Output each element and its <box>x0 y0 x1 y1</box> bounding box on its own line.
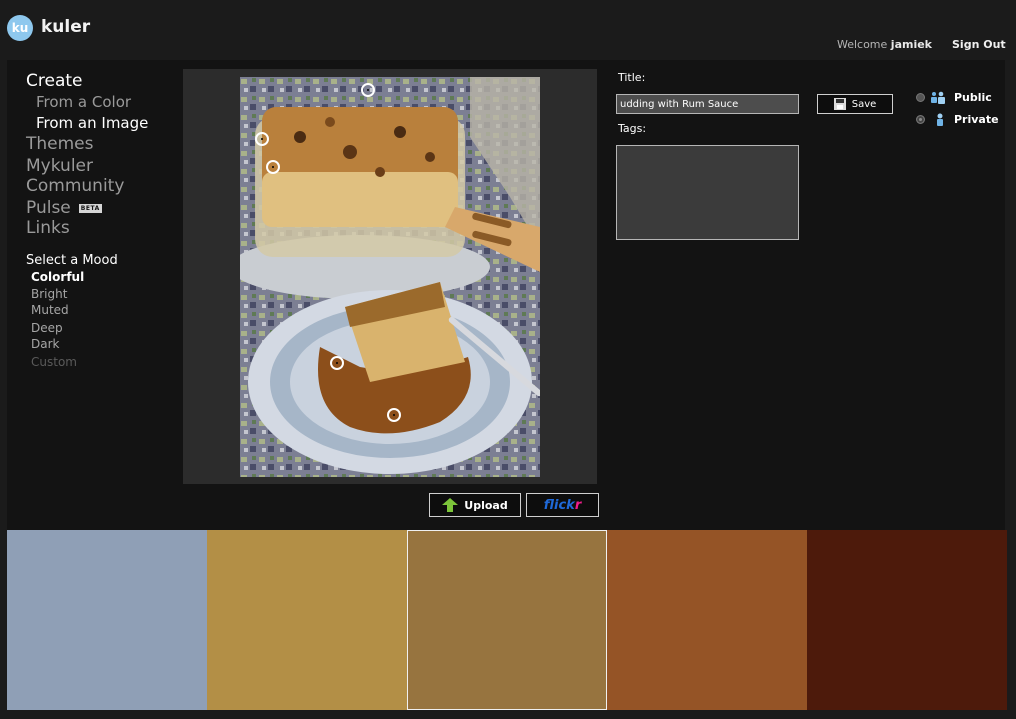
flickr-button[interactable]: flick r <box>526 493 599 517</box>
nav-themes[interactable]: Themes <box>26 134 94 154</box>
upload-label: Upload <box>464 498 508 512</box>
color-picker-circle-icon[interactable] <box>361 83 375 97</box>
kuler-logo-badge[interactable]: ku <box>7 15 33 41</box>
kuler-logo-text[interactable]: kuler <box>41 17 90 37</box>
group-icon <box>931 91 945 104</box>
color-picker-circle-icon[interactable] <box>255 132 269 146</box>
color-picker-circle-icon[interactable] <box>330 356 344 370</box>
public-radio[interactable] <box>916 93 925 102</box>
username: jamiek <box>890 38 932 51</box>
nav-from-a-color[interactable]: From a Color <box>36 93 131 111</box>
title-field[interactable] <box>616 94 799 114</box>
mood-deep[interactable]: Deep <box>31 321 63 335</box>
color-swatch[interactable] <box>807 530 1007 710</box>
color-swatch[interactable] <box>607 530 807 710</box>
nav-community[interactable]: Community <box>26 176 124 196</box>
mood-muted[interactable]: Muted <box>31 303 69 317</box>
color-picker-circle-icon[interactable] <box>387 408 401 422</box>
nav-pulse[interactable]: Pulse BETA <box>26 198 102 218</box>
flickr-logo-part-a: flick <box>543 497 575 513</box>
floppy-disk-icon <box>833 98 846 110</box>
upload-arrow-icon <box>442 498 459 512</box>
mood-colorful[interactable]: Colorful <box>31 270 84 284</box>
flickr-logo-part-b: r <box>574 497 582 513</box>
private-radio[interactable] <box>916 115 925 124</box>
color-swatch[interactable] <box>207 530 407 710</box>
nav-links[interactable]: Links <box>26 218 70 238</box>
beta-badge: BETA <box>78 203 102 213</box>
save-label: Save <box>851 98 877 110</box>
tags-field[interactable] <box>616 145 799 240</box>
title-label: Title: <box>618 71 646 84</box>
public-label[interactable]: Public <box>954 91 992 104</box>
welcome-prefix: Welcome <box>836 38 888 51</box>
upload-button[interactable]: Upload <box>429 493 521 517</box>
nav-create[interactable]: Create <box>26 71 83 91</box>
tags-label: Tags: <box>618 122 647 135</box>
color-picker-circle-icon[interactable] <box>266 160 280 174</box>
color-swatch[interactable] <box>7 530 207 710</box>
mood-title: Select a Mood <box>26 253 118 268</box>
sign-out-link[interactable]: Sign Out <box>952 38 1006 51</box>
nav-mykuler[interactable]: Mykuler <box>26 156 93 176</box>
nav-pulse-label: Pulse <box>26 198 71 218</box>
private-label[interactable]: Private <box>954 113 999 126</box>
person-icon <box>937 113 943 126</box>
mood-dark[interactable]: Dark <box>31 337 59 351</box>
mood-bright[interactable]: Bright <box>31 287 67 301</box>
mood-custom[interactable]: Custom <box>31 355 77 369</box>
welcome-text: Welcome jamiek <box>837 38 932 51</box>
color-swatch-row <box>7 530 1007 710</box>
color-swatch[interactable] <box>407 530 607 710</box>
nav-from-an-image[interactable]: From an Image <box>36 114 148 132</box>
save-button[interactable]: Save <box>817 94 893 114</box>
